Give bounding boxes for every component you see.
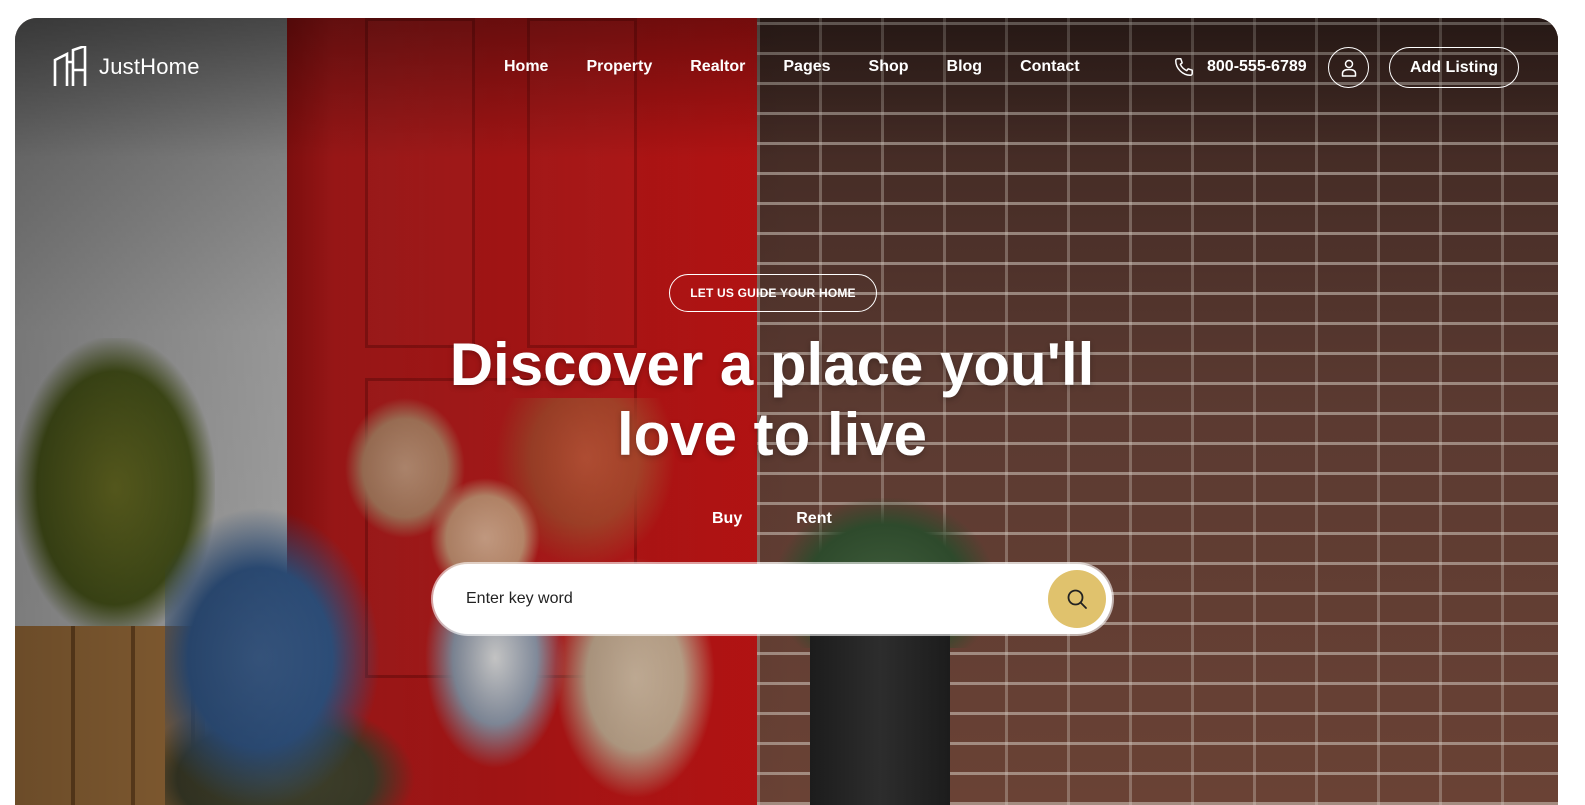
search-button[interactable]: [1048, 570, 1106, 628]
nav-item-contact[interactable]: Contact: [1020, 56, 1080, 78]
hero-tagline-badge: LET US GUIDE YOUR HOME: [669, 274, 877, 312]
phone-icon: [1175, 58, 1193, 76]
hero-headline-line-1: Discover a place you'll: [449, 331, 1095, 398]
user-account-button[interactable]: [1328, 47, 1369, 88]
nav-item-blog[interactable]: Blog: [947, 56, 983, 78]
hero-section: JustHome Home Property Realtor Pages Sho…: [15, 18, 1558, 805]
user-icon: [1341, 59, 1356, 77]
main-nav: Home Property Realtor Pages Shop Blog Co…: [504, 56, 1080, 78]
phone-number: 800-555-6789: [1207, 58, 1307, 75]
building-logo-icon: [53, 46, 87, 86]
search-tabs: Buy Rent: [712, 508, 832, 530]
search-icon: [1067, 589, 1087, 609]
tab-rent[interactable]: Rent: [796, 508, 832, 530]
black-planter: [810, 628, 950, 805]
phone-contact[interactable]: 800-555-6789: [1173, 56, 1307, 78]
tab-buy[interactable]: Buy: [712, 508, 742, 530]
add-listing-button[interactable]: Add Listing: [1389, 47, 1519, 88]
hero-headline: Discover a place you'll love to live: [372, 330, 1172, 470]
hero-headline-line-2: love to live: [616, 401, 928, 468]
nav-item-realtor[interactable]: Realtor: [690, 56, 745, 78]
nav-item-pages[interactable]: Pages: [783, 56, 830, 78]
search-input[interactable]: [464, 588, 1024, 610]
site-header: JustHome Home Property Realtor Pages Sho…: [15, 18, 1558, 118]
nav-item-property[interactable]: Property: [586, 56, 652, 78]
brand-logo[interactable]: JustHome: [53, 46, 200, 88]
nav-item-shop[interactable]: Shop: [869, 56, 909, 78]
search-bar: [433, 564, 1112, 634]
nav-item-home[interactable]: Home: [504, 56, 548, 78]
brand-name: JustHome: [99, 54, 200, 79]
